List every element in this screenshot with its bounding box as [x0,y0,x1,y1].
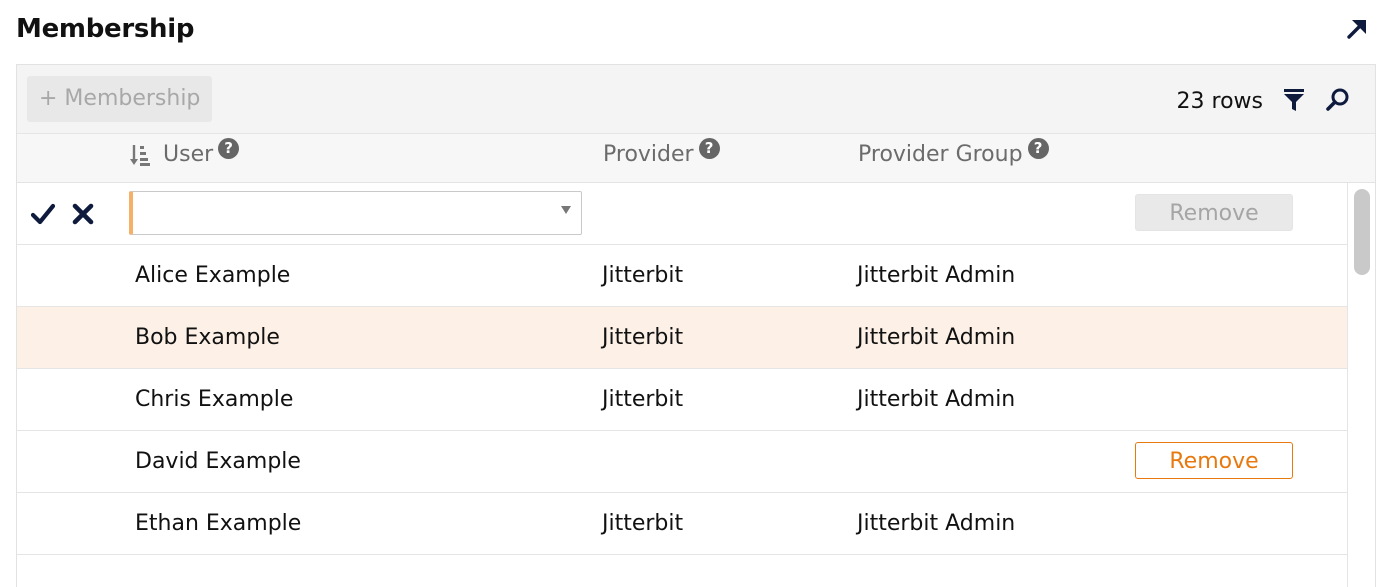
membership-table-panel: + Membership 23 rows User ? Provider ? P… [16,64,1376,587]
cell-provider-group: Jitterbit Admin [857,387,1016,412]
cell-provider: Jitterbit [602,263,684,288]
table-header: User ? Provider ? Provider Group ? [17,134,1375,183]
help-icon[interactable]: ? [1027,138,1049,159]
add-membership-button[interactable]: + Membership [27,76,213,122]
help-icon[interactable]: ? [698,138,720,159]
cell-user: Ethan Example [135,511,302,536]
table-row[interactable]: Chris Example Jitterbit Jitterbit Admin [17,369,1347,431]
cell-provider: Jitterbit [602,511,684,536]
page-title: Membership [16,14,195,44]
column-label-provider-group: Provider Group [858,142,1023,167]
cell-provider-group: Jitterbit Admin [857,325,1016,350]
table-row[interactable]: Ethan Example Jitterbit Jitterbit Admin [17,493,1347,555]
new-membership-row: Remove [17,183,1347,245]
arrow-up-right-icon[interactable] [1342,14,1372,44]
table-row[interactable]: Alice Example Jitterbit Jitterbit Admin [17,245,1347,307]
filter-icon[interactable] [1281,87,1307,113]
column-label-provider: Provider [603,142,694,167]
checkmark-icon[interactable] [31,203,55,225]
cell-provider: Jitterbit [602,387,684,412]
remove-button[interactable]: Remove [1135,194,1293,231]
vertical-scrollbar[interactable] [1347,183,1375,587]
table-row[interactable]: Bob Example Jitterbit Jitterbit Admin [17,307,1347,369]
row-count: 23 rows [1176,89,1263,114]
cell-provider-group: Jitterbit Admin [857,263,1016,288]
sort-descending-icon[interactable] [129,143,151,167]
column-header-provider[interactable]: Provider ? [603,138,720,167]
chevron-down-icon [561,206,571,214]
cell-user: Alice Example [135,263,291,288]
column-header-user[interactable]: User ? [129,138,240,167]
table-body: Remove Alice Example Jitterbit Jitterbit… [17,183,1347,587]
column-header-provider-group[interactable]: Provider Group ? [858,138,1049,167]
column-label-user: User [163,142,214,167]
search-icon[interactable] [1325,87,1351,113]
cross-icon[interactable] [72,203,94,225]
cell-user: Chris Example [135,387,294,412]
cell-user: Bob Example [135,325,280,350]
table-row[interactable]: David Example Remove [17,431,1347,493]
cell-provider: Jitterbit [602,325,684,350]
cell-user: David Example [135,449,301,474]
user-select-dropdown[interactable] [129,191,582,235]
cell-provider-group: Jitterbit Admin [857,511,1016,536]
scrollbar-thumb[interactable] [1354,189,1370,275]
help-icon[interactable]: ? [218,138,240,159]
table-toolbar: + Membership 23 rows [17,65,1375,134]
remove-button[interactable]: Remove [1135,442,1293,479]
